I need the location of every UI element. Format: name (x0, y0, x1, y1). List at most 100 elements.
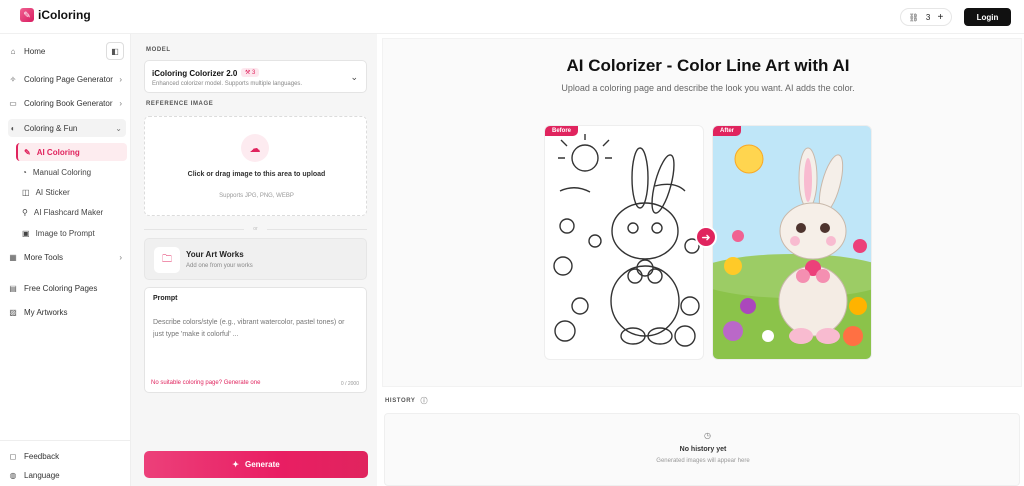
add-credits-icon[interactable]: + (938, 12, 944, 23)
top-bar: ✎ iColoring ⛓ 3 + Login (0, 0, 1024, 34)
clock-history-icon: ◷ (704, 431, 711, 440)
chevron-right-icon: › (119, 252, 122, 262)
sidebar-subitem-manual-coloring[interactable]: ◔ Manual Coloring (16, 163, 127, 181)
chevron-down-icon: ⌄ (115, 123, 122, 133)
settings-panel: MODEL iColoring Colorizer 2.0 ⚒ 3 Enhanc… (131, 34, 377, 486)
upload-instructions: Click or drag image to this area to uplo… (187, 171, 326, 178)
credits-count: 3 (925, 12, 931, 22)
sidebar-subitem-label: AI Flashcard Maker (33, 207, 104, 217)
grid-icon: ▦ (9, 252, 17, 262)
pencil-logo-icon: ✎ (20, 8, 34, 22)
login-button[interactable]: Login (964, 8, 1011, 26)
line-art-bunny-illustration (553, 134, 700, 347)
image-prompt-icon: ▣ (22, 228, 30, 238)
sidebar-item-coloring-fun[interactable]: ◐ Coloring & Fun ⌄ (8, 119, 126, 137)
sparkle-icon: ✦ (232, 460, 239, 469)
cloud-upload-icon: ☁ (241, 134, 269, 162)
hero-section: AI Colorizer - Color Line Art with AI Up… (382, 38, 1022, 387)
upload-formats: Supports JPG, PNG, WEBP (219, 193, 294, 199)
app-name: iColoring (38, 8, 91, 22)
arrow-right-icon: ➜ (695, 226, 717, 248)
generate-button[interactable]: ✦ Generate (144, 451, 368, 478)
chat-icon: ◻ (9, 451, 17, 461)
history-section-label: HISTORY ⓘ (385, 396, 428, 406)
after-tag: After (713, 126, 742, 136)
sidebar-item-label: More Tools (24, 252, 63, 262)
before-example-card: Before (544, 125, 704, 360)
chevron-right-icon: › (119, 98, 122, 108)
flashcard-icon: ⚲ (22, 207, 28, 217)
sidebar-subitem-label: Manual Coloring (32, 167, 92, 177)
collapse-sidebar-button[interactable]: ◧ (106, 42, 124, 60)
page-title: AI Colorizer - Color Line Art with AI (566, 56, 850, 75)
globe-icon: ◍ (9, 470, 17, 480)
sidebar-item-my-artworks[interactable]: ▨ My Artworks (8, 303, 126, 321)
sidebar-subitem-label: AI Sticker (35, 187, 70, 197)
sidebar-subitem-ai-sticker[interactable]: ◫ AI Sticker (16, 183, 127, 201)
link-icon: ⛓ (908, 12, 919, 22)
or-divider: or (144, 226, 367, 232)
prompt-char-count: 0 / 2000 (340, 381, 359, 387)
palette-small-icon: ◔ (22, 167, 27, 177)
sticker-icon: ◫ (22, 187, 30, 197)
page-subtitle: Upload a coloring page and describe the … (561, 83, 855, 93)
sidebar-item-label: My Artworks (24, 307, 68, 317)
sidebar-item-label: Language (24, 470, 60, 480)
sidebar-item-label: Home (24, 46, 46, 56)
after-example-card: After (712, 125, 872, 360)
sidebar-item-coloring-book-generator[interactable]: ▭ Coloring Book Generator › (8, 94, 126, 112)
sidebar-item-label: Free Coloring Pages (24, 283, 98, 293)
sidebar-divider (0, 440, 131, 441)
generate-coloring-page-link[interactable]: No suitable coloring page? Generate one (151, 380, 260, 386)
home-icon: ⌂ (10, 46, 16, 56)
artworks-title: Your Art Works (186, 250, 244, 259)
before-tag: Before (545, 126, 579, 136)
prompt-input[interactable] (153, 317, 353, 347)
sidebar-item-coloring-page-generator[interactable]: ✧ Coloring Page Generator › (8, 70, 126, 88)
colored-bunny-illustration (713, 144, 871, 359)
sidebar-subitem-ai-coloring[interactable]: ✎ AI Coloring (16, 143, 127, 161)
prompt-label: Prompt (153, 295, 178, 302)
brush-icon: ✎ (24, 147, 31, 157)
app-logo[interactable]: ✎ iColoring (20, 8, 91, 22)
model-description: Enhanced colorizer model. Supports multi… (152, 81, 303, 87)
palette-icon: ◐ (10, 123, 16, 133)
pages-icon: ▤ (9, 283, 17, 293)
sidebar-toggle-icon: ◧ (111, 46, 119, 56)
model-cost-badge: ⚒ 3 (241, 68, 260, 77)
generate-label: Generate (245, 460, 280, 469)
chevron-right-icon: › (119, 74, 122, 84)
sidebar-item-free-coloring-pages[interactable]: ▤ Free Coloring Pages (8, 279, 126, 297)
history-panel: ◷ No history yet Generated images will a… (384, 413, 1020, 486)
sidebar-item-label: Feedback (24, 451, 60, 461)
info-icon[interactable]: ⓘ (421, 396, 429, 406)
model-section-label: MODEL (146, 47, 171, 53)
credits-badge[interactable]: ⛓ 3 + (900, 8, 952, 26)
prompt-card: Prompt No suitable coloring page? Genera… (144, 287, 367, 393)
history-title: HISTORY (385, 398, 416, 404)
sidebar-subitem-label: Image to Prompt (35, 228, 95, 238)
sparkle-icon: ✧ (9, 74, 17, 84)
sidebar-item-more-tools[interactable]: ▦ More Tools › (8, 248, 126, 266)
history-empty-subtitle: Generated images will appear here (656, 458, 750, 464)
sidebar-item-feedback[interactable]: ◻ Feedback (8, 447, 126, 465)
chevron-down-icon: ⌄ (350, 72, 358, 82)
sidebar-subitem-ai-flashcard-maker[interactable]: ⚲ AI Flashcard Maker (16, 203, 127, 221)
sidebar-subitem-image-to-prompt[interactable]: ▣ Image to Prompt (16, 224, 127, 242)
model-select[interactable]: iColoring Colorizer 2.0 ⚒ 3 Enhanced col… (144, 60, 367, 93)
sidebar-item-label: Coloring Page Generator (24, 74, 113, 84)
book-icon: ▭ (9, 98, 17, 108)
artworks-subtitle: Add one from your works (186, 263, 253, 269)
sidebar: ⌂ Home ◧ ✧ Coloring Page Generator › ▭ C… (0, 34, 131, 486)
history-empty-title: No history yet (679, 446, 727, 453)
image-upload-dropzone[interactable]: ☁ Click or drag image to this area to up… (144, 116, 367, 216)
model-name: iColoring Colorizer 2.0 (152, 69, 238, 78)
image-icon: ▨ (9, 307, 17, 317)
reference-image-label: REFERENCE IMAGE (146, 101, 214, 107)
sidebar-item-label: Coloring Book Generator (24, 98, 113, 108)
main-content: AI Colorizer - Color Line Art with AI Up… (377, 34, 1024, 486)
sidebar-item-language[interactable]: ◍ Language (8, 466, 126, 484)
sidebar-item-label: Coloring & Fun (24, 123, 78, 133)
your-artworks-button[interactable]: 🗀 Your Art Works Add one from your works (144, 238, 367, 280)
sidebar-subitem-label: AI Coloring (36, 147, 80, 157)
